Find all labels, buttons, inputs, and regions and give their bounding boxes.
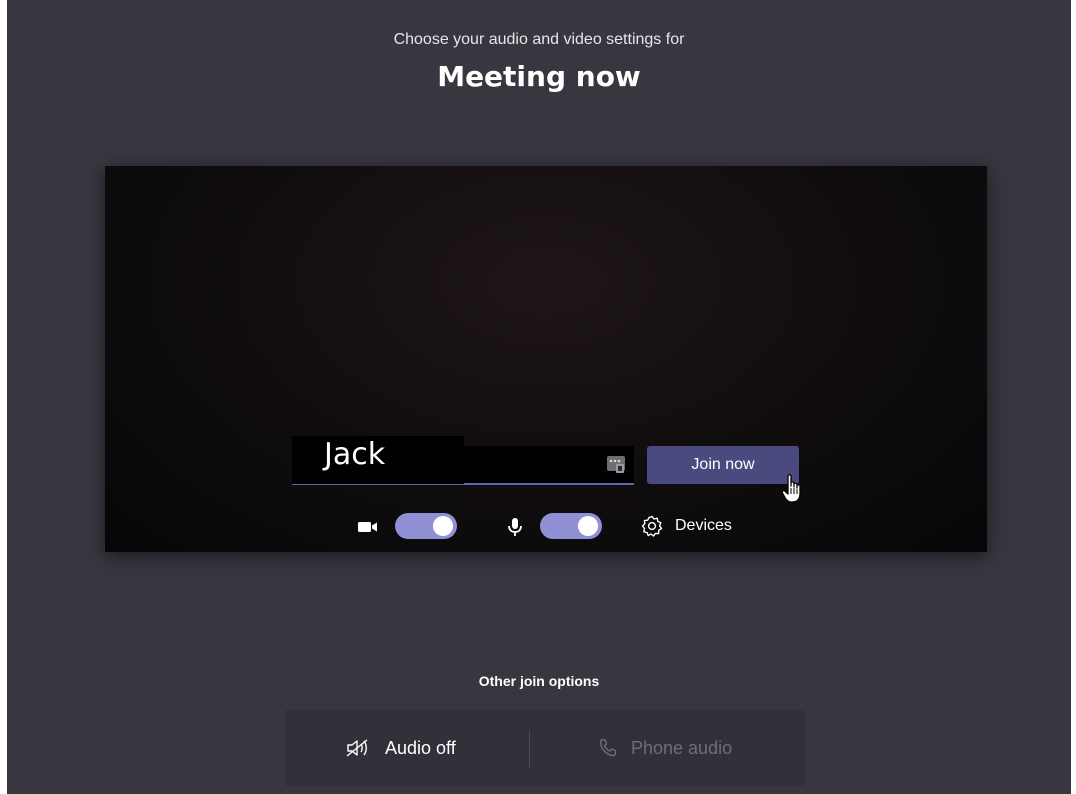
gear-icon — [641, 515, 663, 537]
join-now-button[interactable]: Join now — [647, 446, 799, 484]
microphone-toggle-knob — [578, 516, 598, 536]
phone-icon — [599, 739, 617, 757]
devices-button[interactable]: Devices — [640, 513, 732, 539]
name-input-value: Jack — [324, 437, 386, 472]
phone-audio-button[interactable]: Phone audio — [597, 710, 732, 786]
camera-toggle[interactable] — [395, 513, 457, 539]
phone-audio-label: Phone audio — [631, 737, 733, 758]
camera-toggle-knob — [433, 516, 453, 536]
microphone-toggle[interactable] — [540, 513, 602, 539]
options-divider — [529, 730, 530, 768]
audio-off-button[interactable]: Audio off — [345, 710, 456, 786]
other-join-options-label: Other join options — [478, 673, 600, 689]
background-effects-icon[interactable] — [606, 454, 626, 474]
devices-label: Devices — [675, 517, 732, 534]
name-input-highlight: Jack — [292, 436, 464, 484]
video-preview: Jack Join now Devices — [105, 166, 987, 552]
other-join-options: Audio off Phone audio — [285, 710, 805, 786]
hand-cursor-icon — [781, 474, 801, 503]
page-title: Meeting now — [437, 60, 641, 93]
audio-off-label: Audio off — [385, 737, 456, 758]
microphone-icon — [508, 518, 522, 536]
page-subtitle: Choose your audio and video settings for — [393, 31, 685, 48]
speaker-off-icon — [346, 739, 368, 757]
camera-icon — [358, 522, 377, 532]
name-input[interactable]: Jack — [292, 436, 634, 485]
media-controls: Devices — [105, 510, 987, 544]
pre-join-screen: Choose your audio and video settings for… — [7, 0, 1071, 794]
